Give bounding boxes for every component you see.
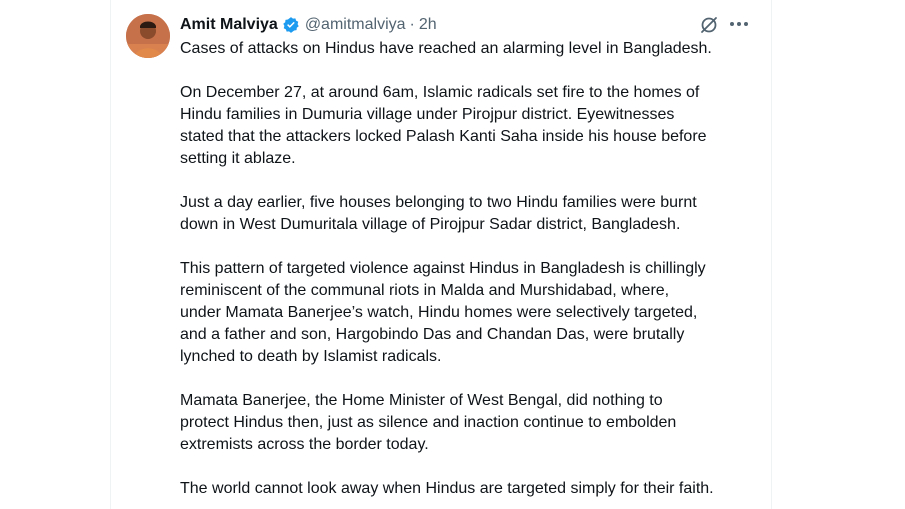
tweet-time[interactable]: 2h xyxy=(419,16,437,34)
tweet-paragraph: The world cannot look away when Hindus a… xyxy=(180,480,714,497)
grok-icon[interactable] xyxy=(699,15,719,35)
author-handle[interactable]: @amitmalviya xyxy=(305,16,406,34)
tweet-text: Cases of attacks on Hindus have reached … xyxy=(180,38,760,500)
verified-badge-icon xyxy=(282,16,300,34)
tweet-paragraph: Just a day earlier, five houses belongin… xyxy=(180,194,697,233)
tweet-paragraph: This pattern of targeted violence agains… xyxy=(180,260,706,365)
more-dots-icon[interactable] xyxy=(727,13,751,35)
tweet-paragraph: On December 27, at around 6am, Islamic r… xyxy=(180,84,707,167)
tweet-header: Amit Malviya @amitmalviya · 2h xyxy=(180,13,437,37)
tweet-paragraph: Mamata Banerjee, the Home Minister of We… xyxy=(180,392,677,453)
author-avatar[interactable] xyxy=(126,14,170,58)
tweet-paragraph: Cases of attacks on Hindus have reached … xyxy=(180,40,712,57)
separator-dot: · xyxy=(409,16,415,33)
author-name[interactable]: Amit Malviya xyxy=(180,16,278,34)
